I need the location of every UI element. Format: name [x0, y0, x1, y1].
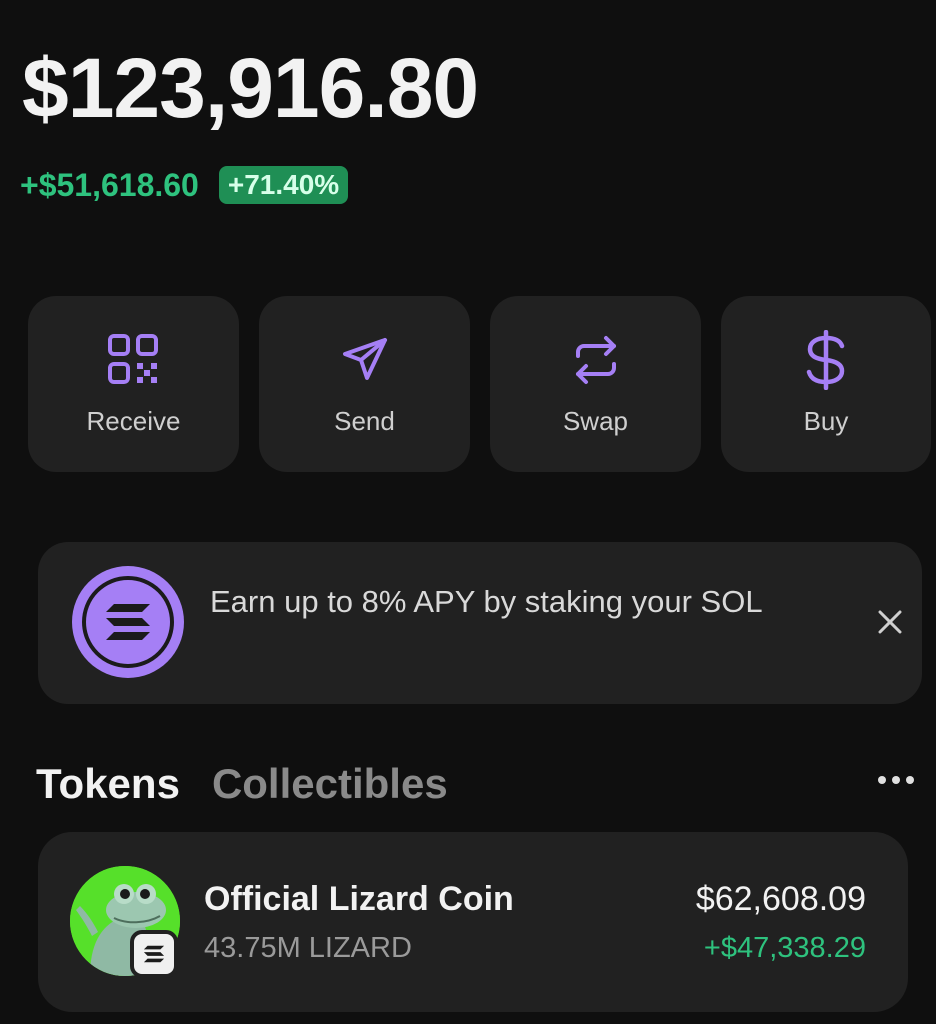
send-arrow-icon	[337, 332, 393, 388]
solana-chain-badge-icon	[130, 930, 178, 978]
close-icon[interactable]	[870, 602, 910, 642]
token-name: Official Lizard Coin	[204, 880, 514, 918]
asset-tabs: Tokens Collectibles	[36, 760, 448, 808]
token-pnl: +$47,338.29	[703, 932, 866, 964]
tab-tokens[interactable]: Tokens	[36, 760, 180, 808]
send-label: Send	[334, 405, 395, 436]
solana-logo-icon	[72, 566, 184, 678]
swap-button[interactable]: Swap	[490, 296, 701, 472]
tab-collectibles[interactable]: Collectibles	[212, 760, 448, 808]
swap-label: Swap	[562, 405, 629, 436]
more-horizontal-icon[interactable]	[878, 776, 914, 784]
total-balance: $123,916.80	[22, 41, 479, 135]
token-amount: 43.75M LIZARD	[204, 932, 412, 964]
qr-code-icon	[106, 332, 162, 388]
receive-button[interactable]: Receive	[28, 296, 239, 472]
buy-button[interactable]: Buy	[721, 296, 931, 472]
token-value: $62,608.09	[695, 880, 866, 918]
wallet-home: $123,916.80 +$51,618.60 +71.40% Receive	[0, 0, 936, 1024]
action-bar: Receive Send Swap Buy	[28, 296, 931, 472]
token-row[interactable]: Official Lizard Coin 43.75M LIZARD $62,6…	[38, 832, 908, 1012]
buy-label: Buy	[803, 405, 849, 436]
receive-label: Receive	[86, 405, 181, 436]
promo-text: Earn up to 8% APY by staking your SOL	[210, 584, 763, 619]
change-amount: +$51,618.60	[20, 166, 199, 203]
balance-change: +$51,618.60 +71.40%	[20, 166, 349, 204]
send-button[interactable]: Send	[259, 296, 470, 472]
change-percent-badge: +71.40%	[218, 166, 349, 204]
swap-arrows-icon	[568, 332, 624, 388]
dollar-icon	[798, 329, 854, 390]
staking-promo-banner[interactable]: Earn up to 8% APY by staking your SOL	[38, 542, 922, 704]
